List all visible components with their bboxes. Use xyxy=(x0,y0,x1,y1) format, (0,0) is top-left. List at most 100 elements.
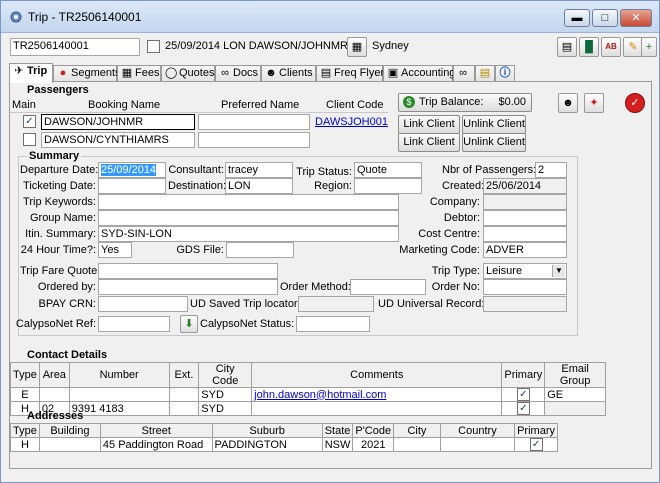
wand-icon[interactable]: ✦ xyxy=(584,93,604,113)
passenger-booking-name[interactable]: DAWSON/JOHNMR xyxy=(41,114,195,130)
passenger-booking-name[interactable]: DAWSON/CYNTHIAMRS xyxy=(41,132,195,148)
passenger-main-checkbox[interactable] xyxy=(23,133,36,146)
gds-file-field[interactable] xyxy=(226,242,294,258)
trip-balance-button[interactable]: $ Trip Balance: $0.00 xyxy=(398,93,532,112)
client-code-link[interactable]: DAWSJOH001 xyxy=(315,116,388,129)
tab-docs[interactable]: ∞ Docs xyxy=(215,65,261,82)
company-field xyxy=(483,194,567,210)
col-area: Area xyxy=(38,362,70,388)
order-no-field[interactable] xyxy=(483,279,567,295)
tab-segments[interactable]: ● Segments xyxy=(53,65,121,82)
paperclip-icon: ∞ xyxy=(221,67,229,79)
primary-checkbox[interactable]: ✓ xyxy=(516,388,530,401)
tab-link[interactable]: ∞ xyxy=(453,65,475,82)
ledger-icon: ▣ xyxy=(387,67,399,79)
unlink-client-button[interactable]: Unlink Client xyxy=(462,115,526,134)
status-bar xyxy=(9,471,652,481)
trip-ref-field[interactable]: TR2506140001 xyxy=(10,38,140,56)
region-field[interactable] xyxy=(354,178,422,194)
debtor-label: Debtor: xyxy=(443,212,480,224)
trip-panel: Passengers Main Booking Name Preferred N… xyxy=(9,81,652,469)
marketing-code-field[interactable]: ADVER xyxy=(483,242,567,258)
speech-bubble-icon: ◯ xyxy=(165,67,178,79)
itin-summary-field[interactable]: SYD-SIN-LON xyxy=(98,226,399,242)
tab-info[interactable]: ⓘ xyxy=(495,65,515,82)
trip-keywords-label: Trip Keywords: xyxy=(23,196,96,208)
ud-universal-label: UD Universal Record: xyxy=(378,298,485,310)
document-icon[interactable]: ▤ xyxy=(557,37,577,57)
group-name-field[interactable] xyxy=(98,210,399,226)
departure-date-field[interactable]: 25/09/2014 xyxy=(98,162,166,178)
cancel-icon[interactable]: ✓ xyxy=(625,93,645,113)
calypso-ref-field[interactable] xyxy=(98,316,170,332)
link-client-button[interactable]: Link Client xyxy=(398,115,460,134)
ud-saved-label: UD Saved Trip locator: xyxy=(190,298,301,310)
calypso-status-field[interactable] xyxy=(296,316,370,332)
calendar-icon[interactable]: ▦ xyxy=(347,37,367,57)
primary-checkbox[interactable]: ✓ xyxy=(529,438,543,451)
trip-type-select[interactable]: Leisure ▼ xyxy=(483,263,567,279)
passenger-preferred-name[interactable] xyxy=(198,132,310,148)
trip-status-label: Trip Status: xyxy=(296,166,352,178)
col-street: Street xyxy=(99,423,213,438)
notepad-icon: ▤ xyxy=(479,67,491,79)
trip-tab-icon: ✈ xyxy=(14,65,24,77)
tab-fees[interactable]: ▦ Fees xyxy=(117,65,161,82)
col-comments: Comments xyxy=(251,362,503,388)
debtor-field[interactable] xyxy=(483,210,567,226)
tab-freq-flyer[interactable]: ▤ Freq Flyer xyxy=(316,65,384,82)
order-method-label: Order Method: xyxy=(280,281,351,293)
table-row[interactable]: E SYD john.dawson@hotmail.com ✓ GE xyxy=(10,387,606,402)
col-suburb: Suburb xyxy=(211,423,323,438)
link-client-button[interactable]: Link Client xyxy=(398,133,460,152)
trip-keywords-field[interactable] xyxy=(98,194,399,210)
addresses-title: Addresses xyxy=(27,410,84,422)
tab-accounting[interactable]: ▣ Accounting xyxy=(383,65,455,82)
passenger-main-checkbox[interactable]: ✓ xyxy=(23,115,36,128)
trip-status-field[interactable]: Quote xyxy=(354,162,422,178)
header-checkbox[interactable] xyxy=(147,40,160,53)
unlink-client-button[interactable]: Unlink Client xyxy=(462,133,526,152)
book-icon[interactable]: █ xyxy=(579,37,599,57)
bpay-crn-field[interactable] xyxy=(98,296,188,312)
pencil-icon[interactable]: ✎ xyxy=(623,37,643,57)
email-link[interactable]: john.dawson@hotmail.com xyxy=(254,389,386,401)
nbr-passengers-field[interactable]: 2 xyxy=(535,162,567,178)
col-country: Country xyxy=(439,423,516,438)
trip-window: Trip - TR2506140001 ▬ □ ✕ TR2506140001 2… xyxy=(0,0,660,483)
ticketing-date-field[interactable] xyxy=(98,178,166,194)
close-button[interactable]: ✕ xyxy=(620,9,652,27)
minimize-button[interactable]: ▬ xyxy=(564,9,590,27)
ticketing-date-label: Ticketing Date: xyxy=(23,180,96,192)
spellcheck-icon[interactable]: AB xyxy=(601,37,621,57)
chevron-down-icon[interactable]: ▼ xyxy=(552,265,565,277)
table-row[interactable]: H 45 Paddington Road PADDINGTON NSW 2021… xyxy=(10,437,558,452)
contact-table: Type Area Number Ext. City Code Comments… xyxy=(10,362,606,416)
bpay-crn-label: BPAY CRN: xyxy=(38,298,96,310)
location-label: Sydney xyxy=(372,40,409,52)
tab-trip[interactable]: ✈ Trip xyxy=(9,63,53,83)
destination-label: Destination: xyxy=(168,180,227,192)
hour24-field[interactable]: Yes xyxy=(98,242,132,258)
cost-centre-field[interactable] xyxy=(483,226,567,242)
trip-fare-quote-label: Trip Fare Quote: xyxy=(20,265,101,277)
table-row[interactable]: H 02 9391 4183 SYD ✓ xyxy=(10,401,606,416)
person-icon[interactable]: ☻ xyxy=(558,93,578,113)
tab-clients[interactable]: ☻ Clients xyxy=(261,65,316,82)
maximize-button[interactable]: □ xyxy=(592,9,618,27)
hour24-label: 24 Hour Time?: xyxy=(20,244,96,256)
col-type: Type xyxy=(10,423,40,438)
primary-checkbox[interactable]: ✓ xyxy=(516,402,530,415)
plus-icon[interactable]: + xyxy=(641,37,657,57)
tab-notes[interactable]: ▤ xyxy=(475,65,495,82)
col-primary: Primary xyxy=(514,423,558,438)
passenger-preferred-name[interactable] xyxy=(198,114,310,130)
col-ext: Ext. xyxy=(168,362,200,388)
download-icon[interactable]: ⬇ xyxy=(180,315,198,333)
consultant-field[interactable]: tracey xyxy=(225,162,293,178)
destination-field[interactable]: LON xyxy=(225,178,293,194)
ordered-by-field[interactable] xyxy=(98,279,278,295)
col-email-group: Email Group xyxy=(544,362,606,388)
trip-fare-quote-field[interactable] xyxy=(98,263,278,279)
tab-quotes[interactable]: ◯ Quotes xyxy=(161,65,215,82)
